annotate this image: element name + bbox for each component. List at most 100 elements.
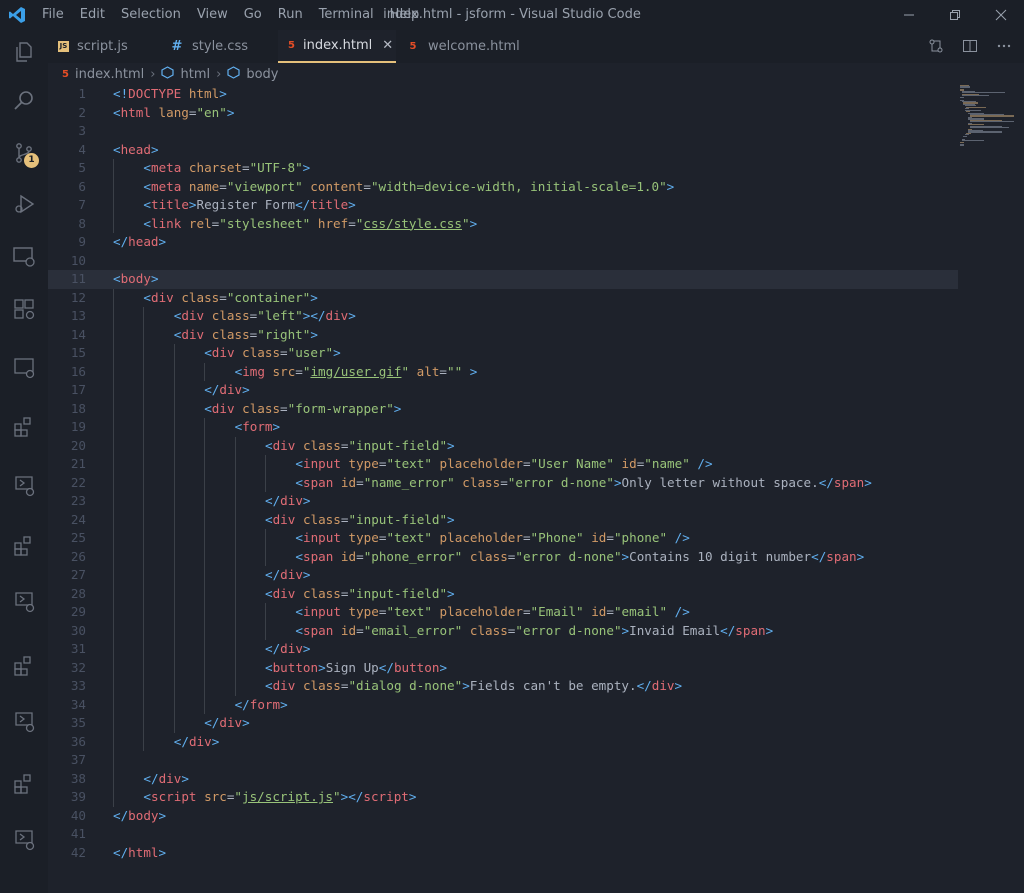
code-line[interactable]: 2 <html lang="en"> <box>48 104 958 123</box>
search-icon[interactable] <box>8 85 40 117</box>
breadcrumb-html[interactable]: html <box>180 67 210 82</box>
powershell-icon[interactable] <box>8 824 40 856</box>
restore-icon[interactable] <box>932 0 978 30</box>
minimap-line <box>966 106 987 108</box>
code-line[interactable]: 40 </body> <box>48 807 958 826</box>
code-line[interactable]: 38 </div> <box>48 770 958 789</box>
close-window-icon[interactable] <box>978 0 1024 30</box>
menu-selection[interactable]: Selection <box>113 0 189 30</box>
indent-guide <box>113 436 114 455</box>
extensions-icon[interactable] <box>8 411 40 443</box>
code-line[interactable]: 39 <script src="js/script.js"></script> <box>48 788 958 807</box>
menu-terminal[interactable]: Terminal <box>311 0 382 30</box>
indent-guide <box>173 455 175 474</box>
code-line[interactable]: 25 <input type="text" placeholder="Phone"… <box>48 529 958 548</box>
code-line[interactable]: 1 <!DOCTYPE html> <box>48 85 958 104</box>
code-editor[interactable]: 1 <!DOCTYPE html> 2 <html lang="en"> 3 4 <head… <box>48 85 958 893</box>
minimap[interactable] <box>960 85 1016 146</box>
code-text: <div class="input-field"> <box>265 437 455 453</box>
code-line[interactable]: 10 <box>48 252 958 271</box>
menu-help[interactable]: Help <box>382 0 428 30</box>
code-line[interactable]: 30 <span id="email_error" class="error d-… <box>48 622 958 641</box>
tab-index-html[interactable]: 5 index.html ✕ <box>278 30 396 63</box>
code-line[interactable]: 15 <div class="user"> <box>48 344 958 363</box>
code-line[interactable]: 9 </head> <box>48 233 958 252</box>
code-line[interactable]: 21 <input type="text" placeholder="User N… <box>48 455 958 474</box>
split-editor-icon[interactable] <box>960 36 980 56</box>
indent-guide <box>265 473 266 492</box>
explorer-icon[interactable] <box>8 36 40 68</box>
indent-guide <box>204 584 206 603</box>
code-line[interactable]: 3 <box>48 122 958 141</box>
code-line[interactable]: 33 <div class="dialog d-none">Fields can'… <box>48 677 958 696</box>
indent-guide <box>143 492 145 511</box>
code-text: <title>Register Form</title> <box>143 197 356 212</box>
code-line[interactable]: 5 <meta charset="UTF-8"> <box>48 159 958 178</box>
code-line[interactable]: 23 </div> <box>48 492 958 511</box>
indent-guide <box>204 473 206 492</box>
remote-window-icon[interactable] <box>8 293 40 325</box>
powershell-icon[interactable] <box>8 586 40 618</box>
code-line[interactable]: 19 <form> <box>48 418 958 437</box>
code-line[interactable]: 6 <meta name="viewport" content="width=de… <box>48 178 958 197</box>
tab-welcome-html[interactable]: 5 welcome.html <box>396 30 536 63</box>
close-tab-icon[interactable]: ✕ <box>382 38 393 53</box>
compare-changes-icon[interactable] <box>926 36 946 56</box>
code-line[interactable]: 11 <body> <box>48 270 958 289</box>
html-file-icon: 5 <box>409 41 417 52</box>
extensions-icon[interactable] <box>8 768 40 800</box>
indent-guide <box>143 455 145 474</box>
extensions-icon[interactable] <box>8 530 40 562</box>
minimize-icon[interactable] <box>886 0 932 30</box>
code-line[interactable]: 41 <box>48 825 958 844</box>
code-line[interactable]: 31 </div> <box>48 640 958 659</box>
tab-style-css[interactable]: # style.css <box>160 30 278 63</box>
code-line[interactable]: 27 </div> <box>48 566 958 585</box>
powershell-icon[interactable] <box>8 470 40 502</box>
breadcrumb-file[interactable]: index.html <box>75 67 144 82</box>
indent-guide <box>173 418 175 437</box>
indent-guide <box>204 492 206 511</box>
line-number: 4 <box>78 141 86 157</box>
code-line[interactable]: 37 <box>48 751 958 770</box>
menu-view[interactable]: View <box>189 0 236 30</box>
menu-file[interactable]: File <box>34 0 72 30</box>
code-line[interactable]: 26 <span id="phone_error" class="error d-… <box>48 548 958 567</box>
code-line[interactable]: 22 <span id="name_error" class="error d-n… <box>48 474 958 493</box>
code-text: </div> <box>173 733 220 749</box>
indent-guide <box>113 510 114 529</box>
tab-script-js[interactable]: JS script.js <box>48 30 160 63</box>
code-line[interactable]: 13 <div class="left"></div> <box>48 307 958 326</box>
code-line[interactable]: 20 <div class="input-field"> <box>48 437 958 456</box>
remote-window-icon[interactable] <box>8 352 40 384</box>
code-text: <html lang="en"> <box>113 104 235 120</box>
code-line[interactable]: 32 <button>Sign Up</button> <box>48 659 958 678</box>
code-line[interactable]: 14 <div class="right"> <box>48 326 958 345</box>
code-line[interactable]: 29 <input type="text" placeholder="Email"… <box>48 603 958 622</box>
code-text: </body> <box>113 807 167 823</box>
code-line[interactable]: 7 <title>Register Form</title> <box>48 196 958 215</box>
code-line[interactable]: 42 </html> <box>48 844 958 863</box>
breadcrumb-body[interactable]: body <box>246 67 278 82</box>
code-line[interactable]: 12 <div class="container"> <box>48 289 958 308</box>
powershell-icon[interactable] <box>8 706 40 738</box>
menu-go[interactable]: Go <box>236 0 270 30</box>
code-line[interactable]: 8 <link rel="stylesheet" href="css/style.… <box>48 215 958 234</box>
code-line[interactable]: 4 <head> <box>48 141 958 160</box>
code-text: </form> <box>234 696 288 712</box>
code-line[interactable]: 24 <div class="input-field"> <box>48 511 958 530</box>
code-line[interactable]: 28 <div class="input-field"> <box>48 585 958 604</box>
code-line[interactable]: 34 </form> <box>48 696 958 715</box>
run-debug-icon[interactable] <box>8 188 40 220</box>
menu-run[interactable]: Run <box>270 0 311 30</box>
code-line[interactable]: 16 <img src="img/user.gif" alt="" > <box>48 363 958 382</box>
code-line[interactable]: 17 </div> <box>48 381 958 400</box>
remote-explorer-icon[interactable] <box>8 240 40 272</box>
menu-edit[interactable]: Edit <box>72 0 113 30</box>
code-line[interactable]: 36 </div> <box>48 733 958 752</box>
code-line[interactable]: 18 <div class="form-wrapper"> <box>48 400 958 419</box>
code-line[interactable]: 35 </div> <box>48 714 958 733</box>
extensions-icon[interactable] <box>8 650 40 682</box>
line-number: 37 <box>70 752 86 767</box>
more-actions-icon[interactable] <box>994 36 1014 56</box>
